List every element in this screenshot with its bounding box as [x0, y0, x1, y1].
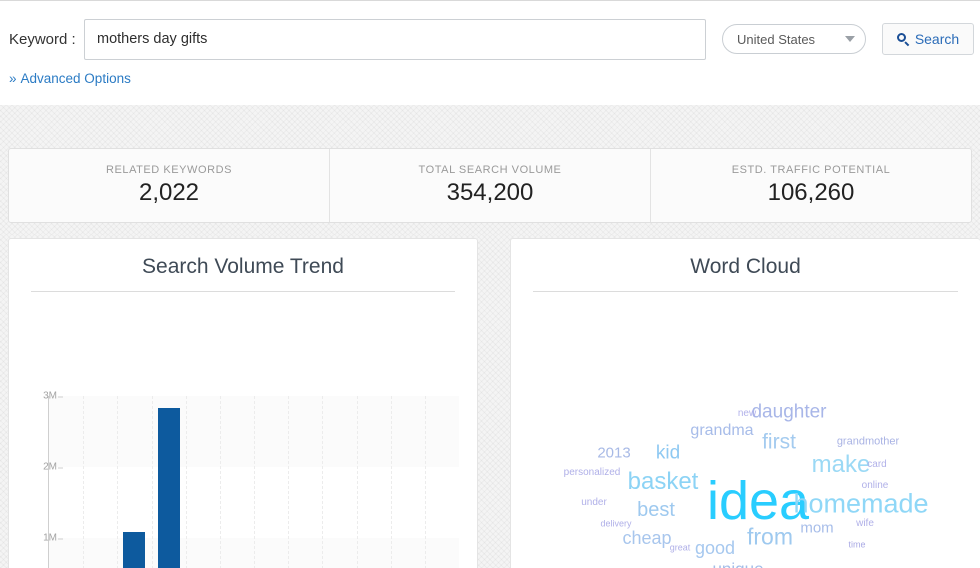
stat-card-value: 354,200 — [446, 179, 534, 206]
word-cloud-term[interactable]: unique — [712, 561, 763, 568]
word-cloud-term[interactable]: personalized — [564, 468, 621, 478]
word-cloud-term[interactable]: grandma — [690, 423, 753, 439]
search-icon — [896, 33, 910, 47]
chart-gridline — [322, 396, 324, 568]
word-cloud-term[interactable]: kid — [656, 444, 680, 463]
chart-gridline — [185, 396, 187, 568]
chevron-down-icon — [845, 36, 855, 42]
stats-strip: RELATED KEYWORDS 2,022 TOTAL SEARCH VOLUME… — [0, 105, 980, 235]
stat-card: TOTAL SEARCH VOLUME 354,200 — [330, 149, 651, 222]
chart-gridline — [390, 396, 392, 568]
search-volume-trend-panel: Search Volume Trend 1M2M3MJanFebMarAprMa… — [8, 238, 478, 568]
chart-gridline — [356, 396, 358, 568]
search-button-label: Search — [914, 31, 960, 47]
chart-gridline — [254, 396, 255, 568]
word-cloud-term[interactable]: make — [812, 453, 871, 477]
chart-y-tick: 3M — [11, 391, 63, 402]
chart-gridline — [117, 396, 119, 568]
word-cloud-term[interactable]: good — [695, 539, 735, 557]
chart-bar[interactable] — [123, 532, 146, 568]
stat-card-value: 2,022 — [138, 179, 200, 206]
word-cloud-canvas: idea homemade make basket from daughter first b… — [511, 296, 979, 568]
word-cloud-term[interactable]: grandmother — [837, 436, 899, 448]
country-select[interactable]: United States — [722, 24, 866, 54]
keyword-label: Keyword : — [9, 30, 76, 48]
country-select-label: United States — [737, 31, 816, 47]
stat-card-label: TOTAL SEARCH VOLUME — [418, 164, 562, 176]
page-root: Keyword : United States Search »Advanced… — [0, 0, 980, 568]
stat-card-label: ESTD. TRAFFIC POTENTIAL — [731, 164, 891, 176]
word-cloud-term[interactable]: daughter — [751, 403, 826, 422]
chart-gridline — [151, 396, 153, 568]
chart-gridline — [424, 396, 426, 568]
panels-row: Search Volume Trend 1M2M3MJanFebMarAprMa… — [0, 235, 980, 568]
keyword-row: Keyword : United States Search — [0, 15, 980, 63]
stats-card-group: RELATED KEYWORDS 2,022 TOTAL SEARCH VOLUME… — [8, 148, 972, 223]
word-cloud-term[interactable]: homemade — [793, 490, 928, 518]
advanced-options-link[interactable]: » Advanced Options — [9, 71, 131, 86]
word-cloud-term[interactable]: under — [581, 498, 607, 508]
search-bar: Keyword : United States Search »Advanced… — [0, 0, 980, 105]
panel-divider — [533, 291, 958, 292]
stat-card-value: 106,260 — [767, 179, 855, 206]
keyword-input[interactable] — [84, 18, 706, 60]
chart-gridline — [219, 396, 221, 568]
word-cloud-term[interactable]: wife — [856, 519, 874, 529]
word-cloud-term[interactable]: great — [670, 543, 691, 553]
search-volume-trend-title: Search Volume Trend — [142, 255, 344, 278]
word-cloud-term[interactable]: new — [738, 409, 756, 419]
panel-divider — [31, 291, 455, 292]
word-cloud-term[interactable]: time — [848, 540, 865, 550]
word-cloud-term[interactable]: cheap — [622, 529, 671, 547]
chart-gridline — [83, 396, 85, 568]
word-cloud-term[interactable]: card — [867, 460, 886, 470]
word-cloud-term[interactable]: best — [637, 500, 675, 520]
word-cloud-term[interactable]: from — [747, 525, 793, 549]
chart-y-tick: 1M — [11, 533, 63, 544]
word-cloud-term[interactable]: mom — [800, 521, 833, 536]
search-button[interactable]: Search — [882, 23, 974, 55]
advanced-options-label: Advanced Options — [20, 71, 131, 86]
word-cloud-term[interactable]: basket — [628, 470, 699, 494]
word-cloud-term[interactable]: first — [762, 432, 796, 453]
chart-bar[interactable] — [157, 408, 180, 568]
stat-card: ESTD. TRAFFIC POTENTIAL 106,260 — [651, 149, 971, 222]
word-cloud-term[interactable]: 2013 — [597, 446, 630, 461]
stat-card-label: RELATED KEYWORDS — [106, 164, 232, 176]
double-chevron-icon: » — [9, 71, 17, 86]
chart-y-tick: 2M — [11, 462, 63, 473]
chart-gridline — [288, 396, 290, 568]
stat-card: RELATED KEYWORDS 2,022 — [9, 149, 330, 222]
word-cloud-title: Word Cloud — [690, 255, 801, 278]
word-cloud-term[interactable]: delivery — [600, 519, 631, 529]
search-volume-bar-chart: 1M2M3MJanFebMarAprMayJunJulAugSepOctNovD… — [9, 302, 477, 568]
word-cloud-term[interactable]: online — [862, 481, 889, 491]
word-cloud-panel: Word Cloud idea homemade make basket from dau… — [510, 238, 980, 568]
